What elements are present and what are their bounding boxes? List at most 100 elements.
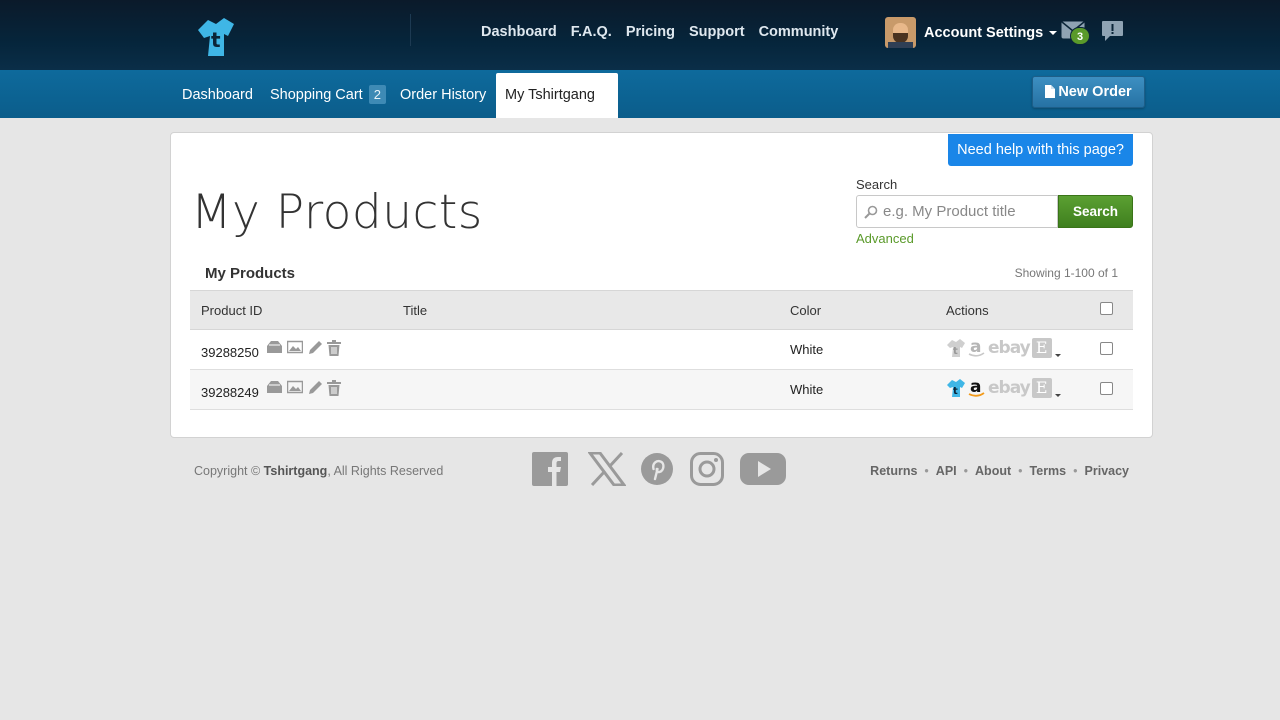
separator-dot: • [924, 464, 929, 478]
top-bar: t Dashboard F.A.Q. Pricing Support Commu… [0, 0, 1280, 70]
image-icon[interactable] [287, 380, 304, 394]
select-cell [1088, 329, 1133, 370]
products-panel: Need help with this page? My Products Se… [170, 132, 1153, 438]
footer-link-about[interactable]: About [975, 464, 1011, 478]
help-button[interactable]: Need help with this page? [948, 134, 1133, 166]
copyright-suffix: , All Rights Reserved [327, 464, 444, 478]
nav-community[interactable]: Community [759, 23, 839, 41]
new-order-label: New Order [1058, 84, 1132, 100]
tab-my-tshirtgang-label: My Tshirtgang [505, 87, 595, 103]
amazon-marketplace-icon[interactable]: a [968, 378, 986, 398]
color-cell: White [779, 329, 935, 370]
row-checkbox[interactable] [1100, 341, 1113, 355]
separator-dot: • [1073, 464, 1078, 478]
youtube-icon[interactable] [740, 452, 786, 486]
main-nav: Dashboard F.A.Q. Pricing Support Communi… [481, 23, 852, 41]
col-actions: Actions [935, 290, 1088, 330]
tab-shopping-cart[interactable]: Shopping Cart 2 [261, 73, 395, 118]
tab-order-history-label: Order History [400, 87, 487, 103]
facebook-icon[interactable] [532, 452, 568, 486]
avatar [885, 17, 916, 48]
amazon-marketplace-icon[interactable]: a [968, 338, 986, 358]
table-row: 39288249 White t a ebay E [190, 369, 1133, 410]
mail-count-badge: 3 [1070, 27, 1090, 45]
footer-link-returns[interactable]: Returns [870, 464, 917, 478]
actions-cell: t a ebay E [935, 369, 1088, 410]
pinterest-icon[interactable] [640, 452, 674, 486]
footer-links: Returns • API • About • Terms • Privacy [870, 464, 1129, 478]
ebay-marketplace-icon[interactable]: ebay [988, 338, 1031, 358]
tab-cart-label: Shopping Cart [270, 87, 363, 103]
svg-text:a: a [970, 338, 981, 357]
section-title: My Products [205, 265, 296, 282]
copyright: Copyright © Tshirtgang, All Rights Reser… [194, 464, 443, 478]
nav-pricing[interactable]: Pricing [626, 23, 675, 41]
actions-cell: t a ebay E [935, 329, 1088, 370]
tshirtgang-marketplace-icon[interactable]: t [946, 378, 966, 398]
alert-icon[interactable] [1101, 20, 1124, 42]
instagram-icon[interactable] [690, 452, 724, 486]
color-cell: White [779, 369, 935, 410]
account-menu[interactable]: Account Settings [885, 17, 1058, 48]
row-checkbox[interactable] [1100, 381, 1113, 395]
search-icon [864, 205, 878, 219]
new-order-button[interactable]: New Order [1032, 76, 1145, 108]
table-header-row: Product ID Title Color Actions [190, 290, 1133, 330]
search-field-wrapper [856, 195, 1058, 228]
search-label: Search [856, 177, 898, 192]
copyright-prefix: Copyright © [194, 464, 264, 478]
tab-dashboard-label: Dashboard [182, 87, 253, 103]
nav-dashboard[interactable]: Dashboard [481, 23, 557, 41]
trash-icon[interactable] [327, 339, 342, 356]
tab-my-tshirtgang[interactable]: My Tshirtgang [496, 73, 618, 144]
social-links [532, 452, 786, 486]
results-count: Showing 1-100 of 1 [1014, 266, 1118, 280]
marketplace-dropdown-icon[interactable] [1054, 353, 1061, 357]
pencil-icon[interactable] [307, 380, 323, 396]
copyright-brand: Tshirtgang [263, 464, 328, 478]
footer-link-privacy[interactable]: Privacy [1085, 464, 1129, 478]
title-cell [392, 329, 779, 370]
advanced-search-link[interactable]: Advanced [856, 231, 914, 246]
account-settings-label: Account Settings [924, 24, 1044, 41]
col-color[interactable]: Color [779, 290, 935, 330]
ebay-marketplace-icon[interactable]: ebay [988, 378, 1031, 398]
svg-text:a: a [970, 378, 981, 397]
footer-link-terms[interactable]: Terms [1030, 464, 1067, 478]
nav-support[interactable]: Support [689, 23, 745, 41]
marketplace-actions[interactable]: t a ebay E [946, 378, 1061, 398]
x-icon[interactable] [588, 452, 626, 486]
image-icon[interactable] [287, 340, 304, 354]
shirt-icon[interactable] [266, 340, 283, 354]
etsy-marketplace-icon[interactable]: E [1031, 338, 1052, 358]
tshirtgang-marketplace-icon[interactable]: t [946, 338, 966, 358]
topbar-divider [410, 14, 411, 46]
search-input[interactable] [883, 197, 1053, 226]
svg-text:t: t [211, 28, 221, 52]
separator-dot: • [963, 464, 969, 478]
trash-icon[interactable] [327, 379, 342, 396]
product-id: 39288249 [201, 384, 259, 400]
footer-link-api[interactable]: API [936, 464, 957, 478]
select-cell [1088, 369, 1133, 410]
product-id: 39288250 [201, 344, 259, 360]
product-id-cell: 39288249 [190, 369, 392, 410]
nav-faq[interactable]: F.A.Q. [571, 23, 612, 41]
table-row: 39288250 White t a ebay E [190, 329, 1133, 370]
logo-icon[interactable]: t [194, 14, 240, 60]
marketplace-actions[interactable]: t a ebay E [946, 338, 1061, 358]
marketplace-dropdown-icon[interactable] [1054, 393, 1061, 397]
tab-dashboard[interactable]: Dashboard [173, 73, 262, 118]
sub-nav: Dashboard Shopping Cart 2 Order History … [0, 70, 1280, 144]
col-select-all [1088, 290, 1133, 330]
col-product-id[interactable]: Product ID [190, 290, 392, 330]
select-all-checkbox[interactable] [1100, 302, 1113, 315]
search-button[interactable]: Search [1058, 195, 1133, 228]
col-title[interactable]: Title [392, 290, 779, 330]
cart-count-badge: 2 [368, 85, 386, 104]
pencil-icon[interactable] [307, 340, 323, 356]
tab-order-history[interactable]: Order History [391, 73, 495, 118]
etsy-marketplace-icon[interactable]: E [1031, 378, 1052, 398]
shirt-icon[interactable] [266, 380, 283, 394]
document-icon [1045, 85, 1056, 98]
